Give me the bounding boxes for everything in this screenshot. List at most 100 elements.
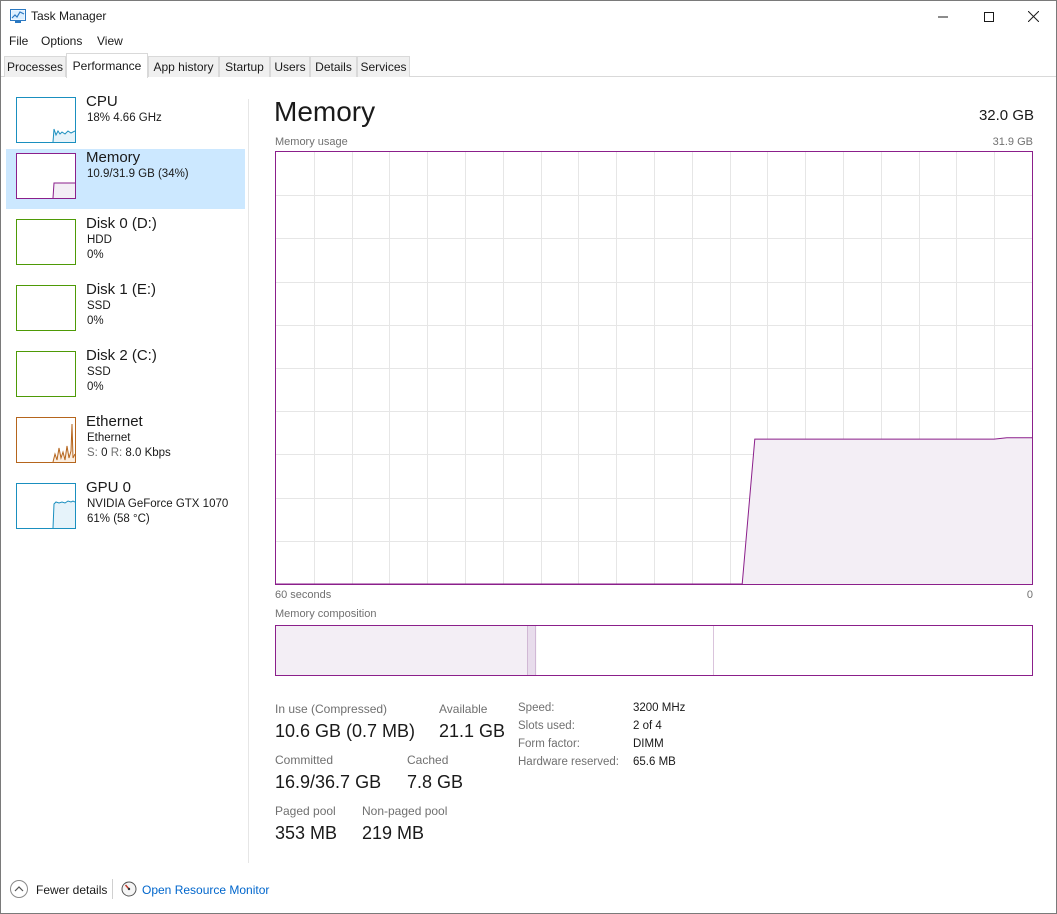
form-factor-value: DIMM [633, 738, 664, 750]
axis-label-zero: 0 [1026, 589, 1033, 601]
sidebar-throughput-ethernet: S: 0 R: 8.0 Kbps [87, 447, 171, 459]
composition-segment [713, 626, 1032, 675]
composition-segment [527, 626, 537, 675]
minimize-button[interactable] [920, 1, 966, 32]
window-title: Task Manager [31, 9, 107, 23]
composition-segment [536, 626, 714, 675]
memory-composition-bar [275, 625, 1033, 676]
form-factor-label: Form factor: [518, 738, 580, 750]
close-icon [1027, 11, 1039, 22]
memory-thumbnail-graph [16, 153, 76, 199]
tab-users[interactable]: Users [270, 56, 310, 77]
committed-label: Committed [275, 753, 334, 767]
sidebar-item-ethernet[interactable]: Ethernet Ethernet S: 0 R: 8.0 Kbps [6, 413, 245, 473]
sidebar-name-disk1: Disk 1 (E:) [86, 281, 157, 298]
tab-processes[interactable]: Processes [4, 56, 66, 77]
sidebar-detail-cpu: 18% 4.66 GHz [87, 112, 162, 124]
cached-value: 7.8 GB [407, 772, 464, 792]
non-paged-pool-label: Non-paged pool [362, 804, 448, 818]
speed-label: Speed: [518, 702, 555, 714]
tab-details[interactable]: Details [310, 56, 357, 77]
paged-pool-label: Paged pool [275, 804, 336, 818]
hardware-reserved-label: Hardware reserved: [518, 756, 619, 768]
sidebar-name-ethernet: Ethernet [86, 413, 143, 430]
menu-bar: File Options View [1, 32, 1056, 52]
ethernet-thumbnail-graph [16, 417, 76, 463]
sidebar-adapter-ethernet: Ethernet [87, 432, 131, 444]
memory-usage-label: Memory usage [275, 136, 348, 148]
sidebar-name-disk0: Disk 0 (D:) [86, 215, 157, 232]
total-memory: 32.0 GB [978, 107, 1034, 124]
tab-app-history[interactable]: App history [148, 56, 219, 77]
menu-view[interactable]: View [96, 34, 124, 48]
send-value: 0 [101, 447, 108, 459]
title-bar: Task Manager [1, 1, 1056, 32]
committed-value: 16.9/36.7 GB [275, 772, 382, 792]
sidebar-usage-disk2: 0% [87, 381, 104, 393]
sidebar-name-cpu: CPU [86, 93, 118, 110]
disk0-thumbnail-graph [16, 219, 76, 265]
minimize-icon [938, 16, 948, 17]
hardware-reserved-value: 65.6 MB [633, 756, 676, 768]
close-button[interactable] [1010, 1, 1056, 32]
available-value: 21.1 GB [439, 721, 506, 741]
tab-bar: Processes Performance App history Startu… [1, 52, 1056, 78]
sidebar-item-disk0[interactable]: Disk 0 (D:) HDD 0% [6, 215, 245, 275]
cached-label: Cached [407, 753, 449, 767]
tab-performance[interactable]: Performance [66, 53, 148, 78]
memory-composition-label: Memory composition [275, 608, 377, 620]
resource-monitor-icon[interactable] [121, 881, 137, 897]
sidebar-type-disk1: SSD [87, 300, 111, 312]
in-use-label: In use (Compressed) [275, 702, 388, 716]
memory-usage-max: 31.9 GB [992, 136, 1033, 148]
available-label: Available [439, 702, 488, 716]
maximize-icon [984, 11, 994, 22]
slots-used-value: 2 of 4 [633, 720, 662, 732]
maximize-button[interactable] [966, 1, 1012, 32]
receive-value: 8.0 Kbps [125, 447, 171, 459]
composition-segment [276, 626, 528, 675]
cpu-thumbnail-graph [16, 97, 76, 143]
sidebar-usage-disk1: 0% [87, 315, 104, 327]
open-resource-monitor-link[interactable]: Open Resource Monitor [142, 883, 269, 897]
disk2-thumbnail-graph [16, 351, 76, 397]
sidebar-name-memory: Memory [86, 149, 141, 166]
non-paged-pool-value: 219 MB [362, 823, 425, 843]
fewer-details-link[interactable]: Fewer details [36, 883, 107, 897]
sidebar-item-gpu0[interactable]: GPU 0 NVIDIA GeForce GTX 1070 61% (58 °C… [6, 479, 245, 539]
chevron-up-icon [14, 886, 24, 892]
sidebar-type-disk2: SSD [87, 366, 111, 378]
speed-value: 3200 MHz [633, 702, 686, 714]
sidebar-item-disk2[interactable]: Disk 2 (C:) SSD 0% [6, 347, 245, 407]
sidebar-usage-disk0: 0% [87, 249, 104, 261]
sidebar-name-disk2: Disk 2 (C:) [86, 347, 157, 364]
resource-sidebar: CPU 18% 4.66 GHz Memory 10.9/31.9 GB (34… [1, 77, 249, 865]
tab-startup[interactable]: Startup [219, 56, 270, 77]
sidebar-item-cpu[interactable]: CPU 18% 4.66 GHz [6, 93, 245, 153]
paged-pool-value: 353 MB [275, 823, 338, 843]
gpu0-thumbnail-graph [16, 483, 76, 529]
sidebar-usage-gpu0: 61% (58 °C) [87, 513, 150, 525]
memory-usage-graph [275, 151, 1033, 585]
sidebar-model-gpu0: NVIDIA GeForce GTX 1070 [87, 498, 229, 510]
footer-separator [112, 879, 113, 899]
menu-options[interactable]: Options [40, 34, 83, 48]
sidebar-detail-memory: 10.9/31.9 GB (34%) [87, 168, 189, 180]
memory-composition-chart [276, 626, 1032, 675]
tab-services[interactable]: Services [357, 56, 410, 77]
sidebar-type-disk0: HDD [87, 234, 112, 246]
sidebar-item-disk1[interactable]: Disk 1 (E:) SSD 0% [6, 281, 245, 341]
slots-used-label: Slots used: [518, 720, 575, 732]
fewer-details-button[interactable] [10, 880, 28, 898]
task-manager-icon [10, 9, 26, 23]
menu-file[interactable]: File [8, 34, 29, 48]
send-label: S: [87, 447, 98, 459]
footer-bar: Fewer details Open Resource Monitor [1, 865, 1056, 913]
page-title: Memory [274, 96, 376, 127]
in-use-value: 10.6 GB (0.7 MB) [275, 721, 416, 741]
sidebar-item-memory[interactable]: Memory 10.9/31.9 GB (34%) [6, 149, 245, 209]
sidebar-name-gpu0: GPU 0 [86, 479, 132, 496]
memory-usage-chart [276, 152, 1032, 585]
receive-label: R: [110, 447, 123, 459]
axis-label-60-seconds: 60 seconds [275, 589, 332, 601]
